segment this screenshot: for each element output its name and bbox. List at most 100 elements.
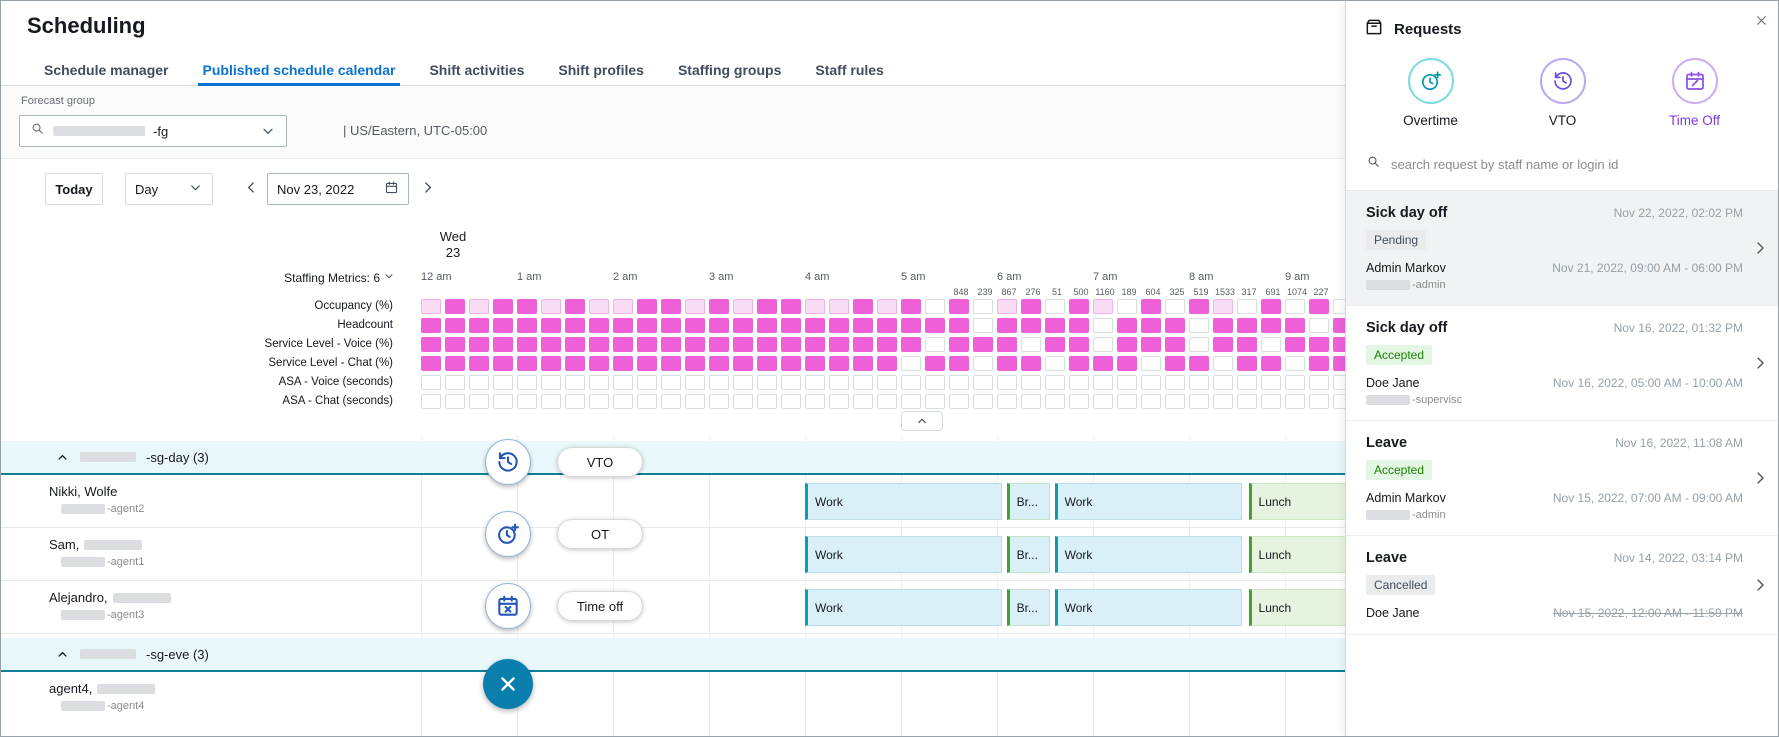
metric-cell[interactable] bbox=[1117, 394, 1137, 409]
metric-cell[interactable] bbox=[1045, 337, 1065, 352]
metric-cell[interactable] bbox=[733, 318, 753, 333]
metric-cell[interactable] bbox=[829, 394, 849, 409]
metric-cell[interactable] bbox=[877, 356, 897, 371]
metric-cell[interactable] bbox=[637, 394, 657, 409]
ot-fab[interactable] bbox=[485, 511, 531, 557]
request-type-vto[interactable]: VTO bbox=[1519, 58, 1607, 128]
metric-cell[interactable] bbox=[613, 356, 633, 371]
metric-cell[interactable] bbox=[1333, 318, 1345, 333]
metric-cell[interactable] bbox=[421, 394, 441, 409]
metric-cell[interactable] bbox=[445, 356, 465, 371]
metric-cell[interactable] bbox=[541, 356, 561, 371]
shift-activity-bar[interactable]: Work bbox=[805, 483, 1002, 520]
metric-cell[interactable] bbox=[541, 337, 561, 352]
metric-cell[interactable] bbox=[613, 318, 633, 333]
metric-cell[interactable] bbox=[1237, 394, 1257, 409]
chevron-right-icon[interactable] bbox=[1751, 354, 1769, 372]
metric-cell[interactable] bbox=[997, 394, 1017, 409]
metric-cell[interactable] bbox=[661, 318, 681, 333]
metric-cell[interactable] bbox=[1141, 337, 1161, 352]
metric-cell[interactable] bbox=[1333, 299, 1345, 314]
metric-cell[interactable] bbox=[1213, 337, 1233, 352]
time-off-fab-label[interactable]: Time off bbox=[557, 591, 643, 621]
metric-cell[interactable] bbox=[421, 299, 441, 314]
metric-cell[interactable] bbox=[517, 318, 537, 333]
metric-cell[interactable] bbox=[493, 356, 513, 371]
metric-cell[interactable] bbox=[1021, 318, 1041, 333]
metric-cell[interactable] bbox=[565, 356, 585, 371]
metric-cell[interactable] bbox=[1237, 318, 1257, 333]
metric-cell[interactable] bbox=[925, 318, 945, 333]
metric-cell[interactable] bbox=[1141, 299, 1161, 314]
shift-activity-bar[interactable]: Work bbox=[1055, 483, 1242, 520]
shift-activity-bar[interactable]: Work bbox=[1055, 536, 1242, 573]
metric-cell[interactable] bbox=[1189, 375, 1209, 390]
metric-cell[interactable] bbox=[1021, 375, 1041, 390]
metric-cell[interactable] bbox=[493, 337, 513, 352]
metric-cell[interactable] bbox=[469, 318, 489, 333]
metric-cell[interactable] bbox=[685, 375, 705, 390]
metric-cell[interactable] bbox=[1213, 299, 1233, 314]
metric-cell[interactable] bbox=[1309, 394, 1329, 409]
metric-cell[interactable] bbox=[613, 394, 633, 409]
vto-fab[interactable] bbox=[485, 439, 531, 485]
metric-cell[interactable] bbox=[949, 318, 969, 333]
metric-cell[interactable] bbox=[1285, 318, 1305, 333]
staffing-group-header[interactable]: -sg-eve (3) bbox=[1, 638, 1345, 672]
metric-cell[interactable] bbox=[901, 375, 921, 390]
staffing-group-header[interactable]: -sg-day (3) bbox=[1, 441, 1345, 475]
metric-cell[interactable] bbox=[1237, 299, 1257, 314]
metric-cell[interactable] bbox=[1213, 318, 1233, 333]
metric-cell[interactable] bbox=[565, 394, 585, 409]
metric-cell[interactable] bbox=[1141, 318, 1161, 333]
metric-cell[interactable] bbox=[925, 394, 945, 409]
request-card[interactable]: Leave Nov 14, 2022, 03:14 PM Cancelled D… bbox=[1346, 536, 1779, 635]
metric-cell[interactable] bbox=[685, 356, 705, 371]
metric-cell[interactable] bbox=[685, 394, 705, 409]
metric-cell[interactable] bbox=[469, 375, 489, 390]
metric-cell[interactable] bbox=[733, 356, 753, 371]
metric-cell[interactable] bbox=[1093, 394, 1113, 409]
metric-cell[interactable] bbox=[1213, 356, 1233, 371]
tab-shift-profiles[interactable]: Shift profiles bbox=[541, 53, 661, 86]
metric-cell[interactable] bbox=[637, 318, 657, 333]
tab-staff-rules[interactable]: Staff rules bbox=[798, 53, 900, 86]
metric-cell[interactable] bbox=[805, 394, 825, 409]
metric-cell[interactable] bbox=[1093, 356, 1113, 371]
metric-cell[interactable] bbox=[925, 375, 945, 390]
metric-cell[interactable] bbox=[1069, 299, 1089, 314]
metric-cell[interactable] bbox=[709, 299, 729, 314]
metric-cell[interactable] bbox=[445, 337, 465, 352]
chevron-down-icon[interactable] bbox=[260, 123, 276, 139]
metric-cell[interactable] bbox=[805, 375, 825, 390]
metric-cell[interactable] bbox=[1093, 318, 1113, 333]
metric-cell[interactable] bbox=[877, 337, 897, 352]
metric-cell[interactable] bbox=[973, 318, 993, 333]
metric-cell[interactable] bbox=[1285, 394, 1305, 409]
metric-cell[interactable] bbox=[997, 337, 1017, 352]
request-card[interactable]: Sick day off Nov 22, 2022, 02:02 PM Pend… bbox=[1346, 191, 1779, 306]
metric-cell[interactable] bbox=[709, 394, 729, 409]
metric-cell[interactable] bbox=[805, 356, 825, 371]
metric-cell[interactable] bbox=[1213, 394, 1233, 409]
metric-cell[interactable] bbox=[709, 337, 729, 352]
metric-cell[interactable] bbox=[1093, 375, 1113, 390]
next-day-button[interactable] bbox=[413, 173, 441, 205]
shift-activity-bar[interactable]: Br... bbox=[1007, 483, 1050, 520]
metric-cell[interactable] bbox=[1141, 375, 1161, 390]
staffing-metrics-dropdown[interactable]: Staffing Metrics: 6 bbox=[1, 270, 395, 285]
close-panel-button[interactable] bbox=[1754, 13, 1769, 28]
metric-cell[interactable] bbox=[973, 394, 993, 409]
metric-cell[interactable] bbox=[901, 337, 921, 352]
metric-cell[interactable] bbox=[1045, 356, 1065, 371]
metric-cell[interactable] bbox=[661, 356, 681, 371]
metric-cell[interactable] bbox=[877, 394, 897, 409]
metric-cell[interactable] bbox=[1309, 375, 1329, 390]
metric-cell[interactable] bbox=[517, 375, 537, 390]
metric-cell[interactable] bbox=[1069, 337, 1089, 352]
metric-cell[interactable] bbox=[517, 337, 537, 352]
metric-cell[interactable] bbox=[1309, 337, 1329, 352]
metric-cell[interactable] bbox=[589, 299, 609, 314]
metric-cell[interactable] bbox=[421, 318, 441, 333]
ot-fab-label[interactable]: OT bbox=[557, 519, 643, 549]
